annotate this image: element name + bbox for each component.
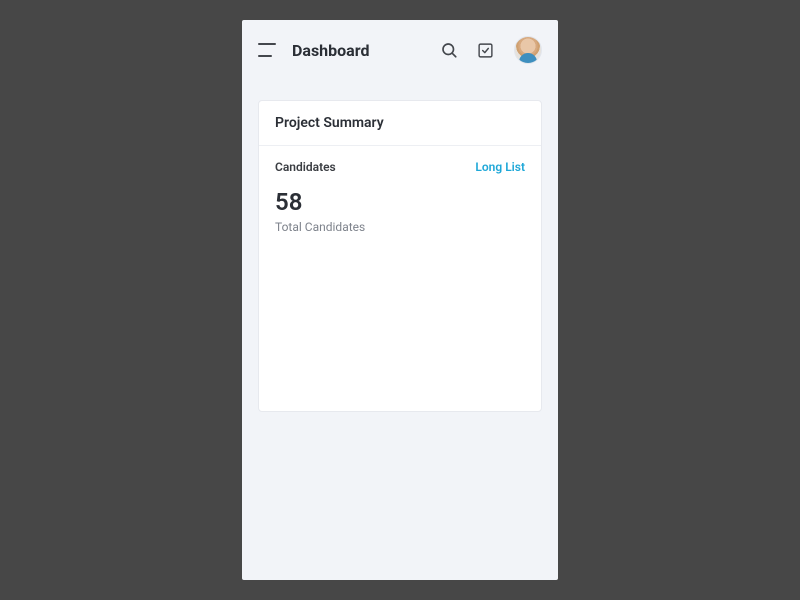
long-list-link[interactable]: Long List [475,160,525,174]
avatar[interactable] [514,36,542,64]
candidates-label: Candidates [275,160,336,174]
card-title: Project Summary [275,115,525,131]
project-summary-card: Project Summary Candidates Long List 58 … [258,100,542,412]
stat-block: 58 Total Candidates [259,178,541,234]
card-header: Project Summary [259,101,541,146]
checkbox-icon[interactable] [474,39,496,61]
topbar: Dashboard [242,20,558,80]
card-subheader: Candidates Long List [259,146,541,178]
total-candidates-value: 58 [275,188,525,216]
menu-icon[interactable] [258,43,278,57]
total-candidates-label: Total Candidates [275,220,525,234]
page-title: Dashboard [292,41,369,60]
app-frame: Dashboard Project Summary Candidates Lon… [242,20,558,580]
search-icon[interactable] [438,39,460,61]
